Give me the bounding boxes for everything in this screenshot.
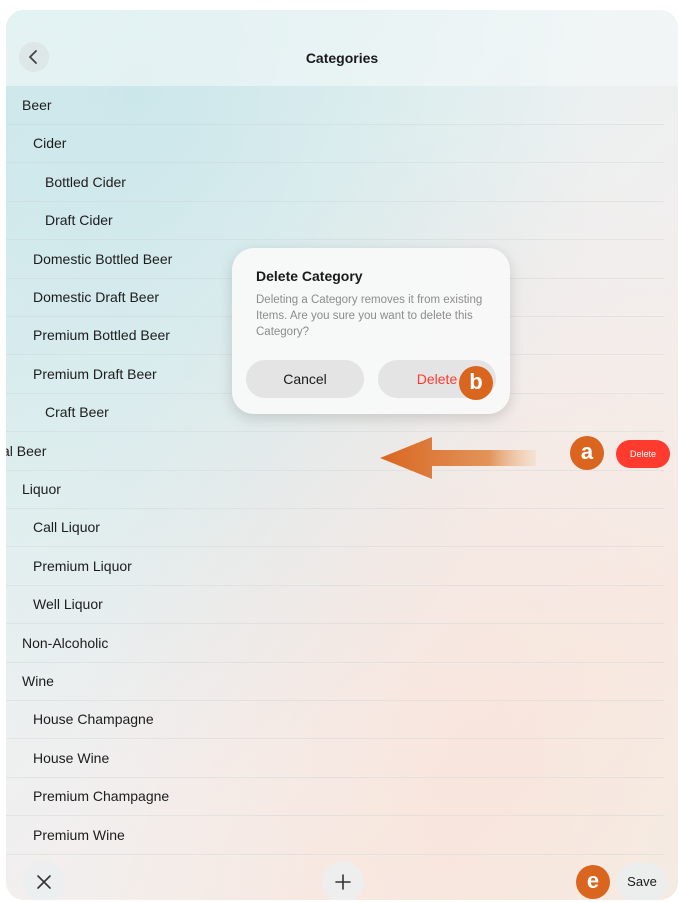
close-button[interactable] [23, 861, 65, 900]
category-label: Non-Alcoholic [22, 634, 109, 651]
category-label: Domestic Bottled Beer [33, 250, 173, 267]
navigation-bar: Categories [6, 10, 678, 86]
category-label: Beer [22, 97, 52, 113]
category-label: House Champagne [33, 711, 154, 728]
category-row[interactable]: Beer [6, 86, 664, 125]
category-row[interactable]: Premium Wine [6, 816, 664, 855]
category-row[interactable]: Wine [6, 662, 664, 701]
close-icon [37, 875, 51, 889]
dialog-title: Delete Category [256, 268, 363, 284]
category-label: Premium Bottled Beer [33, 327, 170, 344]
callout-b-badge: b [459, 366, 493, 400]
plus-icon [335, 874, 351, 890]
category-label: Domestic Draft Beer [33, 289, 160, 305]
app-screen: Categories Beer Cider Bottled Cider Draft C… [6, 10, 678, 900]
add-category-button[interactable] [322, 861, 364, 900]
category-row[interactable]: Cider [6, 124, 664, 164]
category-row[interactable]: Call Liquor [6, 508, 664, 548]
category-label: House Wine [33, 749, 110, 766]
category-label: Bottled Cider [45, 173, 126, 190]
callout-e-badge: e [576, 865, 610, 899]
category-label: Liquor [22, 481, 61, 497]
category-row[interactable]: al Beer [6, 432, 664, 471]
category-label: Premium Champagne [33, 788, 170, 805]
category-row[interactable]: Liquor [6, 470, 664, 509]
swipe-delete-button[interactable]: Delete [616, 440, 670, 468]
category-row[interactable]: Draft Cider [6, 201, 664, 241]
category-label: Call Liquor [33, 519, 100, 536]
save-button[interactable]: Save [616, 863, 668, 900]
page-title: Categories [305, 50, 379, 66]
category-label: Premium Liquor [33, 557, 132, 574]
category-label: al Beer [6, 442, 47, 459]
dialog-message: Deleting a Category removes it from exis… [256, 294, 483, 338]
category-label: Premium Wine [33, 826, 125, 843]
category-row[interactable]: House Wine [6, 739, 664, 778]
category-row[interactable]: Premium Liquor [6, 547, 664, 586]
arrow-annotation [380, 437, 536, 479]
category-label: Draft Cider [45, 212, 113, 229]
category-label: Cider [33, 135, 67, 152]
category-row[interactable]: Bottled Cider [6, 163, 664, 202]
category-row[interactable]: Well Liquor [6, 585, 664, 625]
category-row[interactable]: Non-Alcoholic [6, 624, 664, 663]
category-label: Wine [22, 673, 54, 689]
category-label: Premium Draft Beer [33, 365, 157, 382]
category-label: Craft Beer [45, 404, 109, 421]
category-row[interactable]: Premium Champagne [6, 777, 664, 817]
category-label: Well Liquor [33, 596, 103, 613]
category-row[interactable]: House Champagne [6, 700, 664, 740]
callout-a-badge: a [570, 436, 604, 470]
cancel-button[interactable]: Cancel [246, 360, 364, 398]
